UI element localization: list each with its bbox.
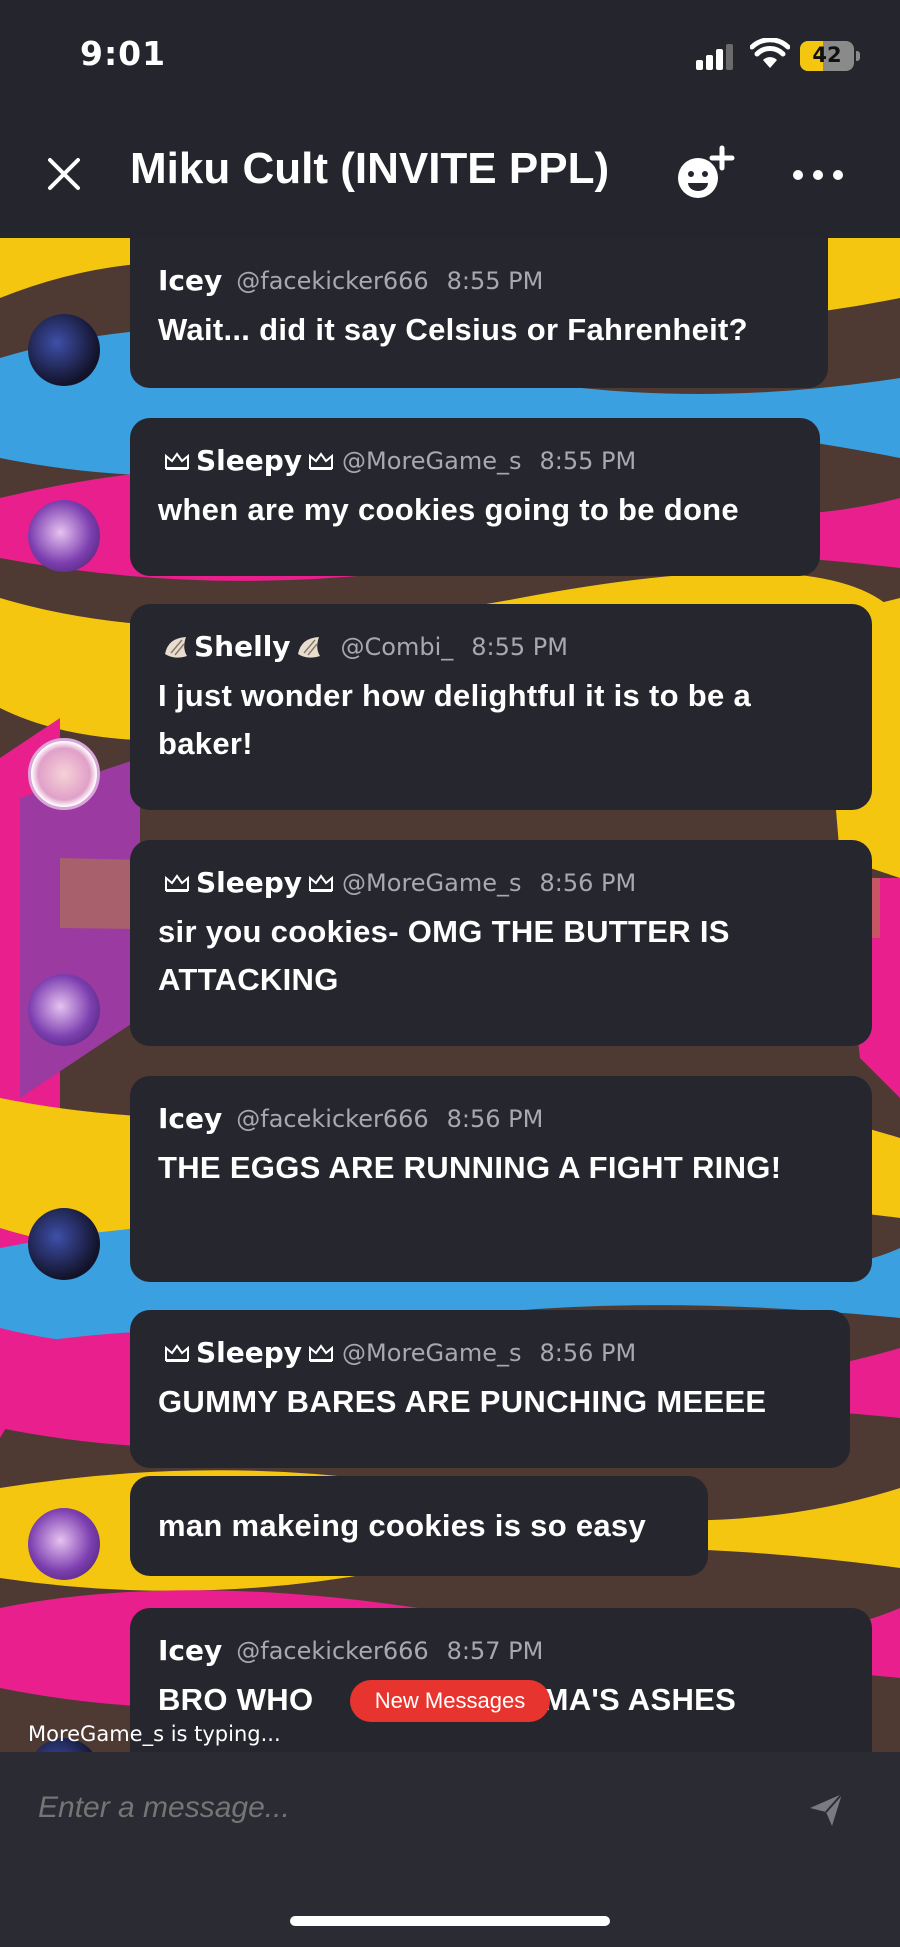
crown-icon — [309, 874, 334, 892]
message-time: 8:56 PM — [539, 869, 637, 897]
message-meta: Sleepy @MoreGame_s 8:56 PM — [158, 1336, 822, 1370]
message-bubble[interactable]: Sleepy @MoreGame_s 8:56 PM sir you cooki… — [130, 840, 872, 1046]
shell-icon — [165, 637, 187, 658]
message-meta: Sleepy @MoreGame_s 8:56 PM — [158, 866, 844, 900]
chat-area[interactable]: Icey @facekicker666 8:55 PM Wait... did … — [0, 238, 900, 1752]
message-bubble[interactable]: Sleepy @MoreGame_s 8:55 PM when are my c… — [130, 418, 820, 576]
avatar[interactable] — [28, 500, 100, 572]
crown-icon — [165, 1344, 189, 1362]
wifi-icon — [750, 38, 790, 68]
sender-name[interactable]: Sleepy — [196, 1336, 302, 1370]
message-time: 8:55 PM — [446, 267, 544, 295]
sender-handle[interactable]: @facekicker666 — [236, 1102, 428, 1136]
message-bubble[interactable]: Shelly @Combi_ 8:55 PM I just wonder how… — [130, 604, 872, 810]
message-meta: Shelly @Combi_ 8:55 PM — [158, 630, 844, 664]
battery-tip — [856, 51, 860, 61]
avatar[interactable] — [28, 1208, 100, 1280]
sender-name[interactable]: Icey — [158, 1634, 222, 1668]
crown-icon — [309, 1344, 334, 1362]
send-icon[interactable] — [806, 1790, 846, 1830]
message-composer — [0, 1752, 900, 1947]
battery-icon: 42 — [800, 41, 854, 71]
message-time: 8:55 PM — [539, 447, 637, 475]
message-text: THE EGGS ARE RUNNING A FIGHT RING! — [158, 1150, 782, 1185]
message-input[interactable] — [38, 1788, 758, 1828]
home-indicator — [290, 1916, 610, 1926]
add-member-icon[interactable] — [674, 144, 740, 204]
chat-title[interactable]: Miku Cult (INVITE PPL) — [130, 144, 609, 194]
message-meta: Icey @facekicker666 8:56 PM — [158, 1102, 844, 1136]
crown-icon — [165, 874, 189, 892]
sender-name[interactable]: Icey — [158, 264, 222, 298]
avatar[interactable] — [28, 974, 100, 1046]
sender-name[interactable]: Sleepy — [196, 444, 302, 478]
cellular-signal-icon — [696, 44, 738, 70]
message-text: when are my cookies going to be done — [158, 492, 739, 527]
message-text: Wait... did it say Celsius or Fahrenheit… — [158, 312, 748, 347]
message-bubble[interactable]: man makeing cookies is so easy — [130, 1476, 708, 1576]
sender-handle[interactable]: @MoreGame_s — [342, 866, 521, 900]
message-bubble[interactable]: Icey @facekicker666 8:55 PM Wait... did … — [130, 238, 828, 388]
message-time: 8:56 PM — [539, 1339, 637, 1367]
message-text-start: BRO WHO — [158, 1682, 314, 1717]
sender-handle[interactable]: @facekicker666 — [236, 1634, 428, 1668]
message-meta: Sleepy @MoreGame_s 8:55 PM — [158, 444, 792, 478]
more-icon[interactable] — [790, 160, 846, 190]
sender-handle[interactable]: @MoreGame_s — [342, 1336, 521, 1370]
avatar[interactable] — [28, 738, 100, 810]
avatar[interactable] — [28, 314, 100, 386]
message-meta: Icey @facekicker666 8:55 PM — [158, 264, 800, 298]
message-text: I just wonder how delightful it is to be… — [158, 678, 751, 761]
new-messages-badge[interactable]: New Messages — [350, 1680, 550, 1722]
message-bubble[interactable]: Icey @facekicker666 8:56 PM THE EGGS ARE… — [130, 1076, 872, 1282]
status-bar: 9:01 42 — [0, 0, 900, 110]
shell-icon — [297, 637, 320, 658]
sender-handle[interactable]: @MoreGame_s — [342, 444, 521, 478]
chat-header: Miku Cult (INVITE PPL) — [0, 110, 900, 238]
sender-name[interactable]: Sleepy — [196, 866, 302, 900]
message-meta: Icey @facekicker666 8:57 PM — [158, 1634, 844, 1668]
message-time: 8:56 PM — [446, 1105, 544, 1133]
message-text: GUMMY BARES ARE PUNCHING MEEEE — [158, 1384, 767, 1419]
message-bubble[interactable]: Sleepy @MoreGame_s 8:56 PM GUMMY BARES A… — [130, 1310, 850, 1468]
sender-name[interactable]: Icey — [158, 1102, 222, 1136]
avatar[interactable] — [28, 1508, 100, 1580]
message-time: 8:57 PM — [446, 1637, 544, 1665]
close-icon[interactable] — [44, 154, 84, 194]
crown-icon — [165, 452, 189, 470]
sender-name[interactable]: Shelly — [194, 630, 291, 664]
typing-indicator: MoreGame_s is typing... — [28, 1722, 281, 1746]
crown-icon — [309, 452, 334, 470]
sender-handle[interactable]: @facekicker666 — [236, 264, 428, 298]
message-time: 8:55 PM — [471, 633, 568, 661]
message-text: man makeing cookies is so easy — [158, 1508, 647, 1543]
status-time: 9:01 — [80, 34, 167, 73]
message-text: sir you cookies- OMG THE BUTTER IS ATTAC… — [158, 914, 730, 997]
sender-handle[interactable]: @Combi_ — [341, 630, 454, 664]
battery-percent: 42 — [812, 43, 842, 67]
